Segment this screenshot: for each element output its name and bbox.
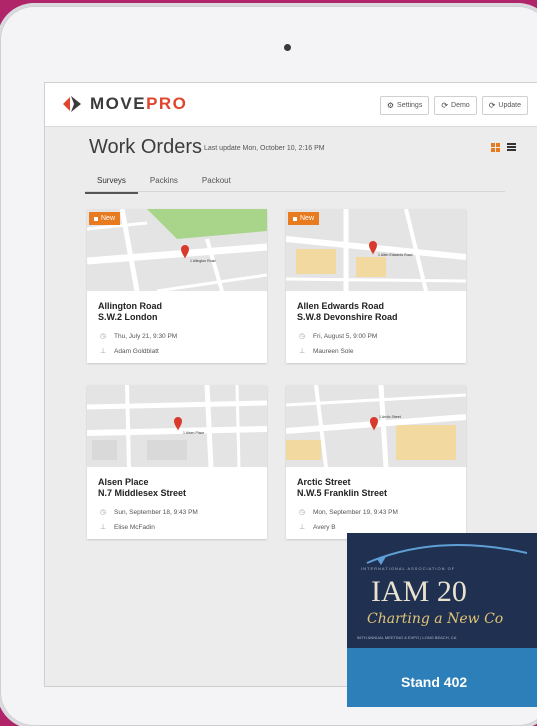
new-badge: New xyxy=(288,212,320,225)
work-order-card[interactable]: 1 Arctic Street Arctic Street N.W.5 Fran… xyxy=(286,385,466,539)
app-header: MOVEPRO ⚙ Settings ⟳ Demo ⟳ Update xyxy=(45,83,537,127)
refresh-icon: ⟳ xyxy=(488,101,496,110)
page-title: Work Orders xyxy=(89,136,202,158)
new-badge-label: New xyxy=(101,215,116,222)
iam-annual-text: 56TH ANNUAL MEETING & EXPO | LONG BEACH,… xyxy=(357,635,457,640)
date-row: ◷ Mon, September 19, 9:43 PM xyxy=(297,508,456,517)
iam-title: IAM 20 xyxy=(371,575,467,608)
date-row: ◷ Sun, September 18, 9:43 PM xyxy=(98,508,257,517)
work-order-card[interactable]: 1 Alsen Place Alsen Place N.7 Middlesex … xyxy=(87,385,267,539)
new-badge: New xyxy=(89,212,121,225)
street-line-2: S.W.2 London xyxy=(98,312,158,322)
street-line-1: Allington Road xyxy=(98,301,162,311)
map-label: 1 Arctic Street xyxy=(379,415,401,419)
iam-association-text: INTERNATIONAL ASSOCIATION OF xyxy=(361,566,456,571)
logo-arrow-icon xyxy=(61,93,83,115)
date-row: ◷ Fri, August 5, 9:00 PM xyxy=(297,332,456,341)
movepro-logo[interactable]: MOVEPRO xyxy=(61,93,187,115)
map-thumbnail: 1 Alsen Place xyxy=(87,385,267,467)
person-icon: ⊥ xyxy=(99,524,107,531)
work-order-card[interactable]: New 1 Allington Road Allington Road S.W.… xyxy=(87,209,267,363)
map-label: 1 Alsen Place xyxy=(183,431,205,435)
clock-icon: ◷ xyxy=(298,509,306,516)
stand-bar: Stand 402 xyxy=(347,648,537,707)
card-body: Alsen Place N.7 Middlesex Street ◷ Sun, S… xyxy=(87,467,267,539)
person-row: ⊥ Avery B xyxy=(297,523,456,532)
map-label: 1 Allen Edwards Road xyxy=(378,253,413,257)
work-order-card[interactable]: New 1 Allen Edwards Road Allen Edwards R… xyxy=(286,209,466,363)
settings-label: Settings xyxy=(397,102,423,109)
logo-text-move: MOVE xyxy=(90,94,147,113)
new-badge-label: New xyxy=(300,215,315,222)
person-text: Elise McFadin xyxy=(114,523,155,531)
view-toggle xyxy=(491,143,516,152)
person-icon: ⊥ xyxy=(298,524,306,531)
clock-icon: ◷ xyxy=(298,333,306,340)
card-body: Allington Road S.W.2 London ◷ Thu, July 2… xyxy=(87,291,267,363)
grid-view-icon[interactable] xyxy=(491,143,500,152)
person-icon: ⊥ xyxy=(298,348,306,355)
stand-text: Stand 402 xyxy=(401,674,468,690)
person-text: Adam Goldblatt xyxy=(114,347,159,355)
date-text: Sun, September 18, 9:43 PM xyxy=(114,508,198,516)
card-body: Allen Edwards Road S.W.8 Devonshire Road… xyxy=(286,291,466,363)
person-row: ⊥ Elise McFadin xyxy=(98,523,257,532)
street-line-1: Alsen Place xyxy=(98,477,149,487)
date-text: Fri, August 5, 9:00 PM xyxy=(313,332,378,340)
card-body: Arctic Street N.W.5 Franklin Street ◷ Mon… xyxy=(286,467,466,539)
street-line-2: S.W.8 Devonshire Road xyxy=(297,312,398,322)
person-row: ⊥ Adam Goldblatt xyxy=(98,347,257,356)
street-line-2: N.7 Middlesex Street xyxy=(98,488,187,498)
settings-button[interactable]: ⚙ Settings xyxy=(379,96,430,115)
last-update-text: Last update Mon, October 10, 2:16 PM xyxy=(204,145,325,152)
iam-banner-top: INTERNATIONAL ASSOCIATION OF IAM 20 Char… xyxy=(347,533,537,648)
refresh-icon: ⟳ xyxy=(441,101,449,110)
tab-divider xyxy=(85,191,505,192)
clock-icon: ◷ xyxy=(99,333,107,340)
iam-subtitle: Charting a New Co xyxy=(367,611,504,627)
clock-icon: ◷ xyxy=(99,509,107,516)
camera-dot xyxy=(284,44,291,51)
date-text: Thu, July 21, 9:30 PM xyxy=(114,332,178,340)
update-button[interactable]: ⟳ Update xyxy=(481,96,528,115)
map-thumbnail: New 1 Allen Edwards Road xyxy=(286,209,466,291)
date-text: Mon, September 19, 9:43 PM xyxy=(313,508,398,516)
person-text: Avery B xyxy=(313,523,336,531)
person-row: ⊥ Maureen Sole xyxy=(297,347,456,356)
person-text: Maureen Sole xyxy=(313,347,354,355)
demo-label: Demo xyxy=(451,102,470,109)
map-label: 1 Allington Road xyxy=(190,259,216,263)
map-thumbnail: 1 Arctic Street xyxy=(286,385,466,467)
date-row: ◷ Thu, July 21, 9:30 PM xyxy=(98,332,257,341)
logo-text-pro: PRO xyxy=(146,94,188,113)
logo-text: MOVEPRO xyxy=(90,94,187,114)
list-view-icon[interactable] xyxy=(507,143,516,152)
demo-button[interactable]: ⟳ Demo xyxy=(434,96,477,115)
gear-icon: ⚙ xyxy=(386,101,395,110)
update-label: Update xyxy=(498,102,521,109)
top-actions: ⚙ Settings ⟳ Demo ⟳ Update xyxy=(379,96,528,115)
person-icon: ⊥ xyxy=(99,348,107,355)
iam-promo-banner: INTERNATIONAL ASSOCIATION OF IAM 20 Char… xyxy=(347,533,537,707)
street-line-2: N.W.5 Franklin Street xyxy=(297,488,388,498)
street-line-1: Arctic Street xyxy=(297,477,351,487)
street-line-1: Allen Edwards Road xyxy=(297,301,385,311)
map-thumbnail: New 1 Allington Road xyxy=(87,209,267,291)
